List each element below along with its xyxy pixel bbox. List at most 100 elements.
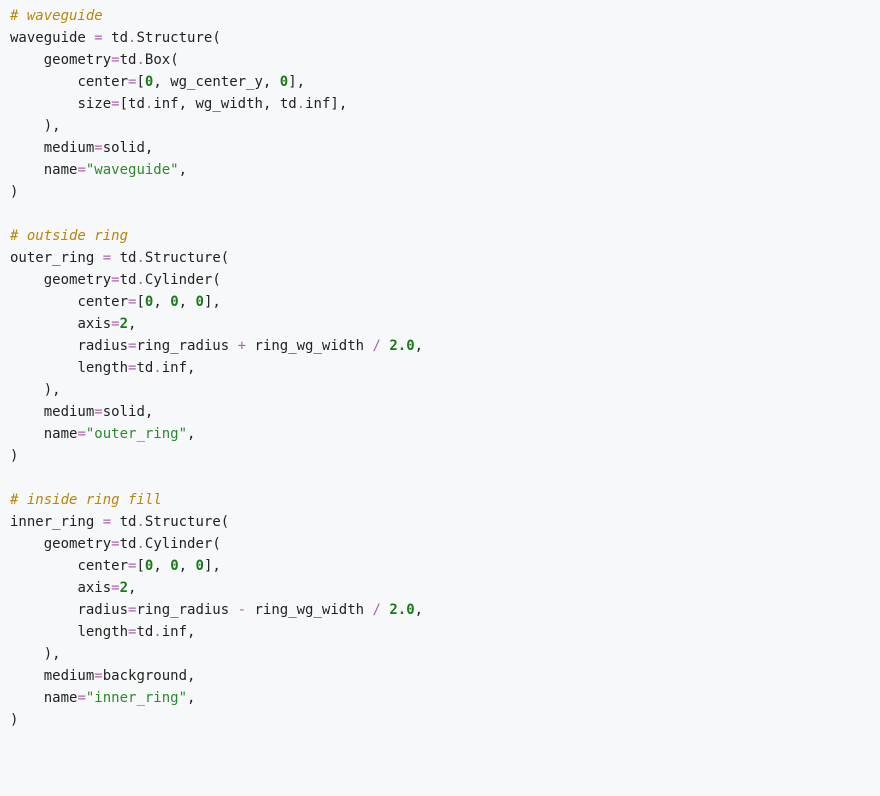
comma: , <box>145 140 153 156</box>
op-eq: = <box>94 404 102 420</box>
comma: , <box>187 668 195 684</box>
lparen: ( <box>212 536 220 552</box>
op-eq: = <box>77 690 85 706</box>
code-block: # waveguide waveguide = td.Structure( ge… <box>10 5 870 731</box>
comma: , <box>187 426 195 442</box>
ident-structure: Structure <box>145 514 221 530</box>
rbrack: ] <box>288 74 296 90</box>
kw-geometry: geometry <box>44 272 111 288</box>
ident-cylinder: Cylinder <box>145 272 212 288</box>
ident-td: td <box>120 250 137 266</box>
str-waveguide: "waveguide" <box>86 162 179 178</box>
op-eq: = <box>94 30 102 46</box>
comma: , <box>187 690 195 706</box>
ident-ring-radius: ring_radius <box>136 602 229 618</box>
num-zero: 0 <box>196 558 204 574</box>
kw-length: length <box>77 360 128 376</box>
op-eq: = <box>94 668 102 684</box>
ident-outer-ring: outer_ring <box>10 250 94 266</box>
op-plus: + <box>238 338 246 354</box>
num-two-point-zero: 2.0 <box>389 338 414 354</box>
num-zero: 0 <box>170 558 178 574</box>
comma: , <box>128 316 136 332</box>
comma: , <box>153 294 161 310</box>
op-minus: - <box>238 602 246 618</box>
comma: , <box>179 558 187 574</box>
op-slash: / <box>373 602 381 618</box>
ident-structure: Structure <box>145 250 221 266</box>
rparen: ) <box>44 118 52 134</box>
comma: , <box>52 646 60 662</box>
comma: , <box>179 162 187 178</box>
kw-name: name <box>44 426 78 442</box>
ident-td: td <box>136 624 153 640</box>
ident-structure: Structure <box>136 30 212 46</box>
kw-center: center <box>77 558 128 574</box>
comma: , <box>187 360 195 376</box>
comma: , <box>263 74 271 90</box>
comma: , <box>263 96 271 112</box>
lparen: ( <box>212 272 220 288</box>
ident-background: background <box>103 668 187 684</box>
lparen: ( <box>212 30 220 46</box>
comma: , <box>179 294 187 310</box>
comma: , <box>297 74 305 90</box>
op-eq: = <box>103 250 111 266</box>
comma: , <box>128 580 136 596</box>
ident-inf: inf <box>162 360 187 376</box>
comma: , <box>153 74 161 90</box>
op-eq: = <box>111 96 119 112</box>
num-zero: 0 <box>196 294 204 310</box>
ident-td: td <box>136 360 153 376</box>
op-dot: . <box>297 96 305 112</box>
op-dot: . <box>153 624 161 640</box>
op-dot: . <box>136 52 144 68</box>
kw-size: size <box>77 96 111 112</box>
comment-outside-ring: # outside ring <box>10 228 128 244</box>
op-dot: . <box>136 272 144 288</box>
num-zero: 0 <box>280 74 288 90</box>
comment-inside-ring: # inside ring fill <box>10 492 162 508</box>
rbrack: ] <box>330 96 338 112</box>
num-two-point-zero: 2.0 <box>389 602 414 618</box>
comma: , <box>339 96 347 112</box>
lparen: ( <box>170 52 178 68</box>
op-dot: . <box>136 536 144 552</box>
op-eq: = <box>77 162 85 178</box>
ident-td: td <box>120 536 137 552</box>
kw-geometry: geometry <box>44 52 111 68</box>
comma: , <box>212 558 220 574</box>
kw-radius: radius <box>77 338 128 354</box>
lparen: ( <box>221 514 229 530</box>
op-eq: = <box>111 316 119 332</box>
op-dot: . <box>153 360 161 376</box>
ident-solid: solid <box>103 140 145 156</box>
ident-td: td <box>280 96 297 112</box>
ident-td: td <box>120 272 137 288</box>
rparen: ) <box>10 712 18 728</box>
ident-inf: inf <box>153 96 178 112</box>
kw-geometry: geometry <box>44 536 111 552</box>
lbrack: [ <box>136 558 144 574</box>
ident-ring-wg-width: ring_wg_width <box>254 602 364 618</box>
comma: , <box>187 624 195 640</box>
ident-td: td <box>128 96 145 112</box>
rparen: ) <box>44 382 52 398</box>
op-eq: = <box>77 426 85 442</box>
kw-length: length <box>77 624 128 640</box>
comma: , <box>145 404 153 420</box>
rparen: ) <box>44 646 52 662</box>
ident-cylinder: Cylinder <box>145 536 212 552</box>
lbrack: [ <box>120 96 128 112</box>
rparen: ) <box>10 448 18 464</box>
ident-waveguide: waveguide <box>10 30 86 46</box>
kw-radius: radius <box>77 602 128 618</box>
ident-solid: solid <box>103 404 145 420</box>
kw-medium: medium <box>44 404 95 420</box>
ident-inner-ring: inner_ring <box>10 514 94 530</box>
kw-center: center <box>77 74 128 90</box>
ident-td: td <box>111 30 128 46</box>
comment-waveguide: # waveguide <box>10 8 103 24</box>
str-inner-ring: "inner_ring" <box>86 690 187 706</box>
str-outer-ring: "outer_ring" <box>86 426 187 442</box>
